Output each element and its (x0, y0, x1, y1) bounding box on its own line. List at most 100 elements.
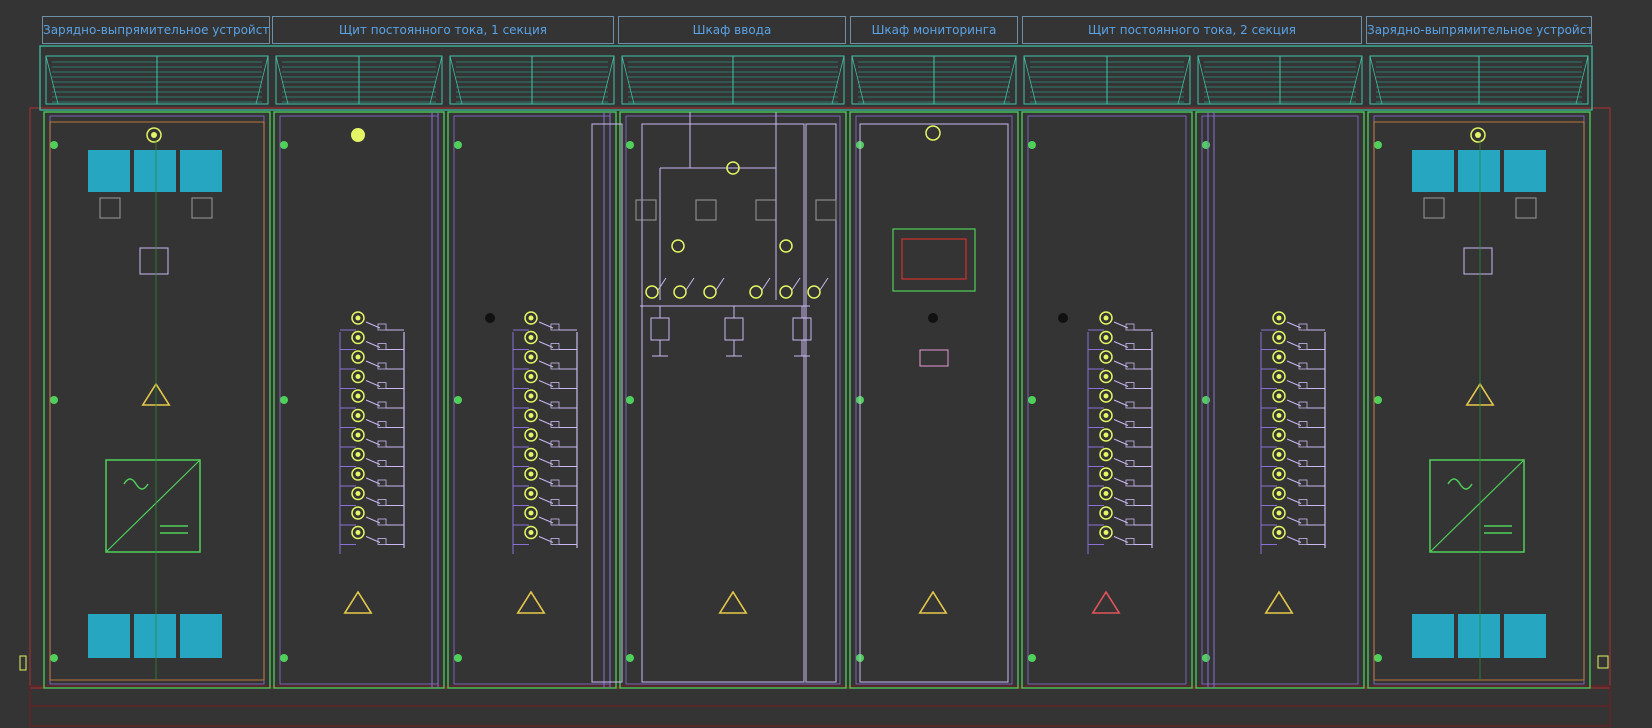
cabinet-frame (619, 111, 847, 689)
hinge-dot (454, 396, 462, 404)
hinge-dot (626, 396, 634, 404)
circuit-breaker-icon (807, 285, 821, 299)
ac-wave (1447, 478, 1473, 490)
vent-panel (275, 55, 443, 105)
hinge-dot (280, 141, 288, 149)
vent-panel (1197, 55, 1363, 105)
circuit-breaker-icon (673, 285, 687, 299)
module-bottom (180, 614, 222, 658)
meter (755, 199, 777, 221)
fuse-holder (792, 317, 812, 341)
cabinet-inner-frame (855, 115, 1013, 685)
hinge-dot (280, 396, 288, 404)
cabinet-inner-frame (453, 115, 611, 685)
black-indicator (1058, 313, 1068, 323)
charger-equipment (88, 127, 222, 658)
hinge-dot (280, 654, 288, 662)
hinge-dot (1202, 396, 1210, 404)
cabinet-frame (273, 111, 445, 689)
hinge-dot (454, 141, 462, 149)
charger-1-door (49, 121, 265, 681)
ac-wave (123, 478, 149, 490)
vent-panel (449, 55, 615, 105)
hinge-dot (1374, 396, 1382, 404)
module-top (88, 150, 130, 192)
fuse-holder (724, 317, 744, 341)
cabinet-elevation-drawing: Зарядно-выпрямительное устройство 1 Щит … (0, 0, 1652, 728)
warning-triangle-icon (718, 590, 748, 614)
meter (695, 199, 717, 221)
charger-equipment (1412, 127, 1546, 658)
circuit-breaker-icon (703, 285, 717, 299)
side-marker (19, 655, 27, 671)
cabinet-frame (849, 111, 1019, 689)
fuse-holder (650, 317, 670, 341)
warning-triangle-icon (918, 590, 948, 614)
hinge-dot (1202, 654, 1210, 662)
hinge-dot (1202, 141, 1210, 149)
vent-panel (621, 55, 845, 105)
hinge-dot (50, 141, 58, 149)
module-top (1504, 150, 1546, 192)
hinge-dot (626, 141, 634, 149)
key-switch (919, 349, 949, 367)
warning-triangle-icon (1264, 590, 1294, 614)
cabinet-inner-frame (279, 115, 439, 685)
control-box (139, 247, 169, 275)
monitoring-door (859, 123, 1009, 683)
cabinet-inner-frame (49, 115, 265, 685)
monitoring-cabinet-equipment (859, 123, 1009, 683)
meter-right (1515, 197, 1537, 219)
module-bottom (134, 614, 176, 658)
vent-panel (851, 55, 1017, 105)
black-indicator (485, 313, 495, 323)
cabinet-inner-frame (625, 115, 841, 685)
meter (635, 199, 657, 221)
circuit-breaker-icon (645, 285, 659, 299)
breaker-column (1087, 311, 1153, 554)
warning-triangle-icon (343, 590, 373, 614)
hinge-dot (454, 654, 462, 662)
vent-panel (1023, 55, 1191, 105)
drawing-canvas (19, 45, 1611, 727)
vent-panel (45, 55, 269, 105)
outer-frame (29, 107, 1611, 689)
breaker-column (1260, 311, 1326, 554)
hinge-dot (1374, 141, 1382, 149)
indicator-lamp (351, 128, 365, 142)
cabinet-frame (1367, 111, 1591, 689)
cabinet-frame (1021, 111, 1193, 689)
cabinet-inner-frame (1027, 115, 1187, 685)
side-marker (1597, 655, 1609, 669)
input-side-bus (805, 123, 837, 683)
meter-left (1423, 197, 1445, 219)
breaker-column (512, 311, 578, 554)
hinge-dot (50, 396, 58, 404)
cabinet-inner-frame (1201, 115, 1359, 685)
black-indicator (928, 313, 938, 323)
module-top (180, 150, 222, 192)
cabinet-frame (43, 111, 271, 689)
module-bottom (1504, 614, 1546, 658)
circuit-breaker-icon (671, 239, 685, 253)
cabinet-frame (1195, 111, 1365, 689)
hinge-dot (626, 654, 634, 662)
input-side-bus (591, 123, 623, 683)
hmi-screen (901, 238, 967, 280)
breaker-column (339, 311, 405, 554)
input-door (641, 123, 805, 683)
warning-triangle-icon (516, 590, 546, 614)
hmi-panel (892, 228, 976, 292)
module-bottom (1412, 614, 1454, 658)
indicator-lamp (925, 125, 941, 141)
circuit-breaker-icon (749, 285, 763, 299)
hinge-dot (1028, 396, 1036, 404)
hinge-dot (1028, 141, 1036, 149)
meter-right (191, 197, 213, 219)
circuit-breaker-icon (779, 285, 793, 299)
cabinet-inner-frame (1373, 115, 1585, 685)
control-box (1463, 247, 1493, 275)
module-top (1458, 150, 1500, 192)
module-bottom (88, 614, 130, 658)
module-bottom (1458, 614, 1500, 658)
